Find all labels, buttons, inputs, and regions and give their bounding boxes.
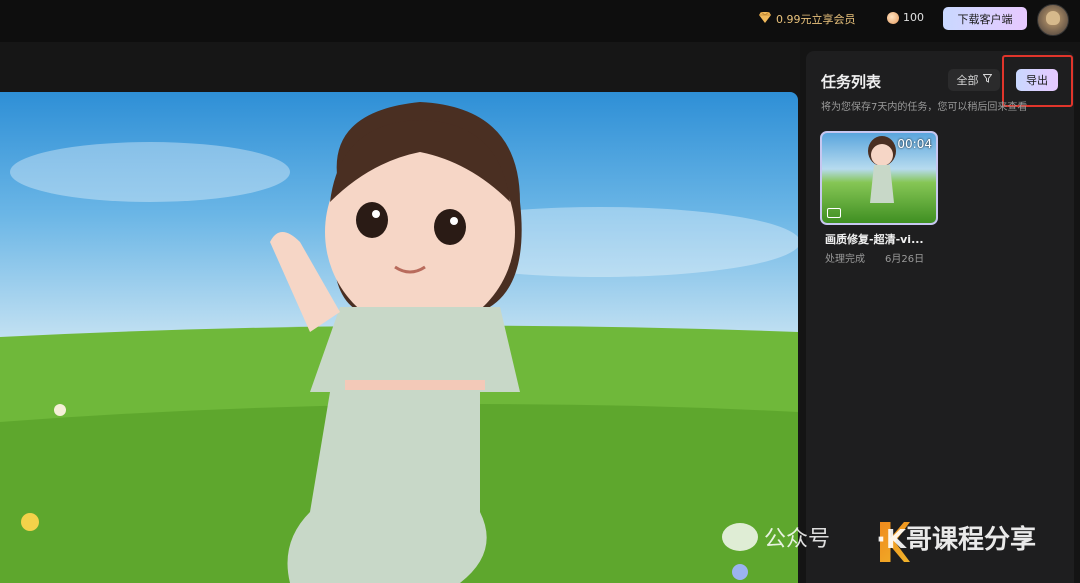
avatar[interactable] [1037, 4, 1069, 36]
video-preview[interactable] [0, 92, 798, 583]
export-button[interactable]: 导出 [1016, 69, 1058, 91]
panel-subtitle: 将为您保存7天内的任务，您可以稍后回来查看 [821, 102, 1028, 113]
watermark-account-label: 公众号 [764, 527, 831, 552]
membership-promo[interactable]: 0.99元立享会员 [759, 11, 856, 27]
task-name[interactable]: 画质修复-超清-vi... [825, 231, 924, 247]
coin-count: 100 [903, 11, 924, 24]
panel-title: 任务列表 [821, 73, 882, 91]
watermark-account: 公众号 [722, 521, 830, 553]
preview-illustration [0, 102, 798, 583]
task-panel: 任务列表 全部 导出 将为您保存7天内的任务，您可以稍后回来查看 00:04 画… [806, 51, 1074, 583]
diamond-icon [759, 11, 771, 26]
video-camera-icon [827, 208, 841, 218]
coin-icon [887, 11, 899, 24]
task-date: 6月26日 [885, 254, 925, 265]
wechat-icon [722, 523, 758, 551]
task-thumbnail[interactable]: 00:04 [820, 131, 938, 225]
task-status: 处理完成 [825, 254, 865, 265]
download-client-button[interactable]: 下载客户端 [943, 7, 1027, 30]
task-duration: 00:04 [897, 137, 932, 151]
top-bar: 0.99元立享会员 100 下载客户端 [0, 0, 1080, 42]
filter-button[interactable]: 全部 [948, 69, 1000, 91]
filter-icon [982, 74, 992, 86]
coin-balance[interactable]: 100 [887, 11, 924, 24]
filter-label: 全部 [956, 75, 979, 87]
watermark-brand: ·K哥课程分享 [876, 525, 1037, 555]
promo-label: 0.99元立享会员 [776, 13, 856, 26]
